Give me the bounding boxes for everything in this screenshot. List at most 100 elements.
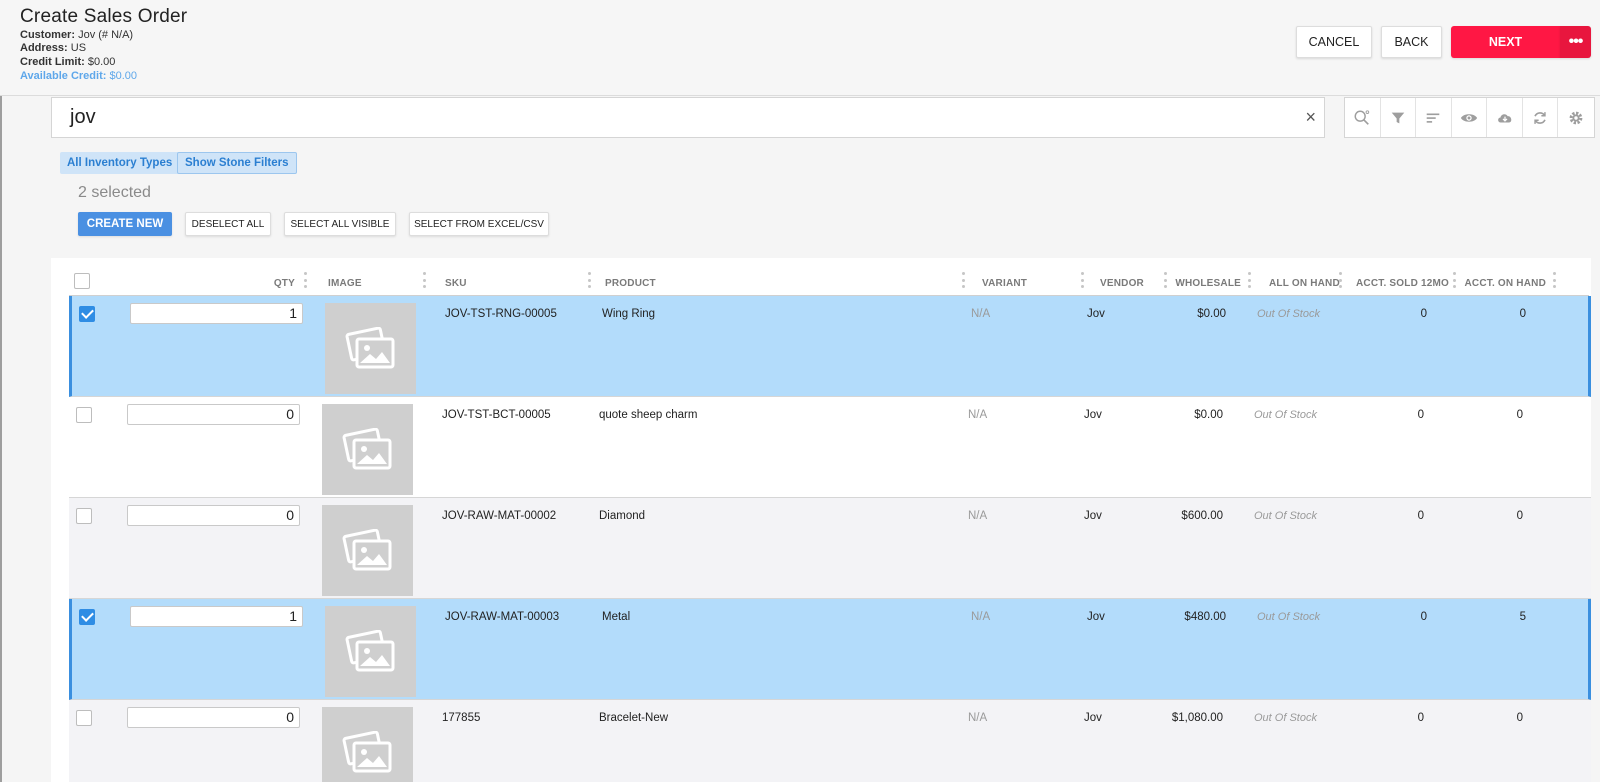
acct-on-hand-cell: 0 (1516, 510, 1523, 522)
image-placeholder-icon (345, 629, 394, 671)
qty-input[interactable]: 1 (130, 303, 303, 324)
next-button[interactable]: NEXT (1451, 26, 1560, 58)
column-vendor[interactable]: VENDOR (1100, 278, 1144, 289)
select-all-checkbox[interactable] (74, 273, 90, 289)
column-resize-handle[interactable] (1081, 272, 1084, 288)
table-toolbar (1344, 97, 1595, 138)
row-checkbox[interactable] (79, 609, 95, 625)
deselect-all-button[interactable]: DESELECT ALL (185, 212, 271, 236)
more-options-button[interactable]: ••• (1560, 26, 1591, 58)
filter-icon[interactable] (1381, 98, 1417, 137)
sku-cell: JOV-RAW-MAT-00003 (445, 611, 560, 623)
gear-icon[interactable] (1558, 98, 1594, 137)
left-rail (0, 0, 2, 782)
acct-sold-cell: 0 (1417, 510, 1424, 522)
acct-sold-cell: 0 (1417, 409, 1424, 421)
sku-cell: JOV-TST-RNG-00005 (445, 308, 557, 320)
product-cell: quote sheep charm (599, 409, 698, 421)
qty-input[interactable]: 0 (127, 505, 300, 526)
row-checkbox[interactable] (76, 407, 92, 423)
sku-cell: 177855 (442, 712, 481, 724)
sort-icon[interactable] (1416, 98, 1452, 137)
customer-value: Jov (# N/A) (78, 29, 134, 41)
column-resize-handle[interactable] (1164, 272, 1167, 288)
search-input[interactable]: jov (70, 106, 96, 129)
acct-on-hand-cell: 5 (1519, 611, 1526, 623)
column-product[interactable]: PRODUCT (605, 278, 656, 289)
table-body: 1 JOV-TST-RNG-00005 Wing Ring N/A Jov $0… (69, 296, 1591, 782)
table-row[interactable]: 0 JOV-RAW-MAT-00002 Diamond N/A Jov $600… (69, 498, 1591, 599)
select-all-visible-button[interactable]: SELECT ALL VISIBLE (284, 212, 396, 236)
variant-cell: N/A (971, 611, 991, 623)
product-cell: Bracelet-New (599, 712, 669, 724)
all-on-hand-cell: Out Of Stock (1254, 712, 1317, 724)
product-image-placeholder (325, 303, 416, 394)
page-header: Create Sales Order Customer: Jov (# N/A)… (0, 0, 1600, 96)
all-on-hand-cell: Out Of Stock (1254, 510, 1317, 522)
wholesale-cell: $1,080.00 (1171, 712, 1223, 724)
column-image[interactable]: IMAGE (328, 278, 362, 289)
vendor-cell: Jov (1087, 308, 1105, 320)
qty-input[interactable]: 0 (127, 404, 300, 425)
all-on-hand-cell: Out Of Stock (1254, 409, 1317, 421)
row-checkbox[interactable] (76, 710, 92, 726)
product-cell: Diamond (599, 510, 646, 522)
column-acct-on-hand[interactable]: ACCT. ON HAND (1459, 278, 1546, 289)
table-row[interactable]: 0 JOV-TST-BCT-00005 quote sheep charm N/… (69, 397, 1591, 498)
column-qty[interactable]: QTY (229, 278, 295, 289)
select-from-excel-button[interactable]: SELECT FROM EXCEL/CSV (409, 212, 549, 236)
show-stone-filters-toggle[interactable]: Show Stone Filters (177, 152, 297, 174)
row-checkbox[interactable] (76, 508, 92, 524)
column-wholesale[interactable]: WHOLESALE (1169, 278, 1241, 289)
sku-cell: JOV-TST-BCT-00005 (442, 409, 551, 421)
address-value: US (70, 42, 87, 54)
available-credit-label: Available Credit: (20, 70, 107, 82)
product-image-placeholder (325, 606, 416, 697)
create-new-button[interactable]: CREATE NEW (78, 212, 172, 236)
zoom-search-icon[interactable] (1345, 98, 1381, 137)
column-acct-sold-12mo[interactable]: ACCT. SOLD 12MO (1339, 278, 1449, 289)
row-checkbox[interactable] (79, 306, 95, 322)
column-variant[interactable]: VARIANT (982, 278, 1027, 289)
all-on-hand-cell: Out Of Stock (1257, 611, 1320, 623)
wholesale-cell: $600.00 (1181, 510, 1223, 522)
product-cell: Metal (602, 611, 631, 623)
page-title: Create Sales Order (20, 6, 188, 27)
column-all-on-hand[interactable]: ALL ON HAND (1269, 278, 1340, 289)
search-bar[interactable]: jov × (51, 97, 1325, 138)
vendor-cell: Jov (1084, 510, 1102, 522)
table-row[interactable]: 1 JOV-TST-RNG-00005 Wing Ring N/A Jov $0… (69, 296, 1591, 397)
column-resize-handle[interactable] (423, 272, 426, 288)
column-resize-handle[interactable] (588, 272, 591, 288)
variant-cell: N/A (968, 409, 988, 421)
column-resize-handle[interactable] (304, 272, 307, 288)
refresh-icon[interactable] (1523, 98, 1559, 137)
credit-limit-info: Credit Limit: $0.00 (20, 56, 115, 68)
column-sku[interactable]: SKU (445, 278, 467, 289)
table-row[interactable]: 0 177855 Bracelet-New N/A Jov $1,080.00 … (69, 700, 1591, 782)
image-placeholder-icon (342, 528, 391, 570)
acct-on-hand-cell: 0 (1516, 712, 1523, 724)
credit-limit-label: Credit Limit: (20, 56, 85, 68)
address-info: Address: US (20, 42, 86, 54)
qty-input[interactable]: 0 (127, 707, 300, 728)
cloud-download-icon[interactable] (1487, 98, 1523, 137)
wholesale-cell: $0.00 (1197, 308, 1226, 320)
column-resize-handle[interactable] (1453, 272, 1456, 288)
column-resize-handle[interactable] (962, 272, 965, 288)
acct-sold-cell: 0 (1420, 611, 1427, 623)
acct-sold-cell: 0 (1417, 712, 1424, 724)
back-button[interactable]: BACK (1381, 26, 1442, 58)
cancel-button[interactable]: CANCEL (1296, 26, 1372, 58)
variant-cell: N/A (971, 308, 991, 320)
table-header: QTY IMAGE SKU PRODUCT VARIANT VENDOR WHO… (69, 258, 1589, 296)
image-placeholder-icon (345, 326, 394, 368)
available-credit-value: $0.00 (109, 70, 137, 82)
qty-input[interactable]: 1 (130, 606, 303, 627)
table-row[interactable]: 1 JOV-RAW-MAT-00003 Metal N/A Jov $480.0… (69, 599, 1591, 700)
eye-icon[interactable] (1452, 98, 1488, 137)
column-resize-handle[interactable] (1248, 272, 1251, 288)
all-inventory-types-filter[interactable]: All Inventory Types (60, 152, 180, 174)
column-resize-handle[interactable] (1553, 272, 1556, 288)
clear-search-icon[interactable]: × (1305, 107, 1316, 128)
